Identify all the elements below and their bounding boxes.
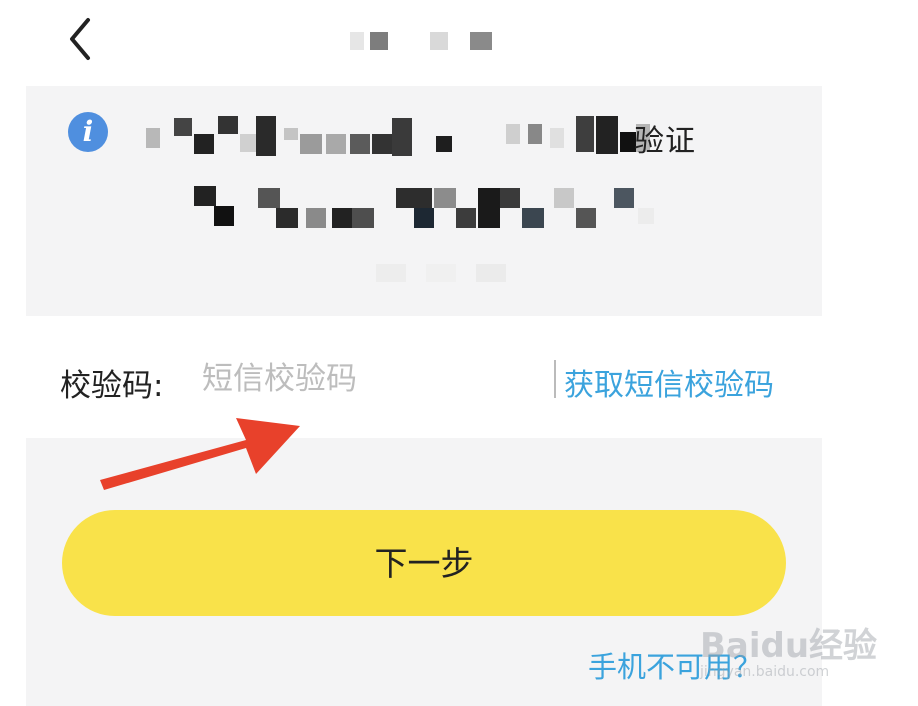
- sms-code-input[interactable]: [202, 356, 522, 402]
- verification-screen: i 验证 校验码: 短信校验码 获取短信校验码 下一步 手机不可用？ Baidu…: [0, 0, 918, 706]
- next-step-button[interactable]: 下一步: [62, 510, 786, 616]
- watermark-logo-text: Baidu经验: [700, 626, 878, 666]
- notice-subtext-redacted: [366, 262, 546, 292]
- chevron-left-icon: [70, 18, 90, 60]
- info-icon: i: [68, 112, 108, 152]
- get-sms-code-button[interactable]: 获取短信校验码: [564, 360, 774, 404]
- back-button[interactable]: [62, 14, 102, 64]
- notice-panel: i 验证: [26, 86, 822, 316]
- watermark-url: jingyan.baidu.com: [700, 664, 830, 680]
- phone-number-redacted: [166, 186, 666, 236]
- divider: [554, 360, 556, 398]
- baidu-jingyan-watermark: Baidu经验 jingyan.baidu.com: [700, 618, 900, 688]
- page-title-redacted: [346, 22, 506, 62]
- code-label: 校验码:: [60, 368, 164, 404]
- notice-text-visible-suffix: 验证: [634, 124, 696, 159]
- annotation-arrow-icon: [100, 418, 300, 490]
